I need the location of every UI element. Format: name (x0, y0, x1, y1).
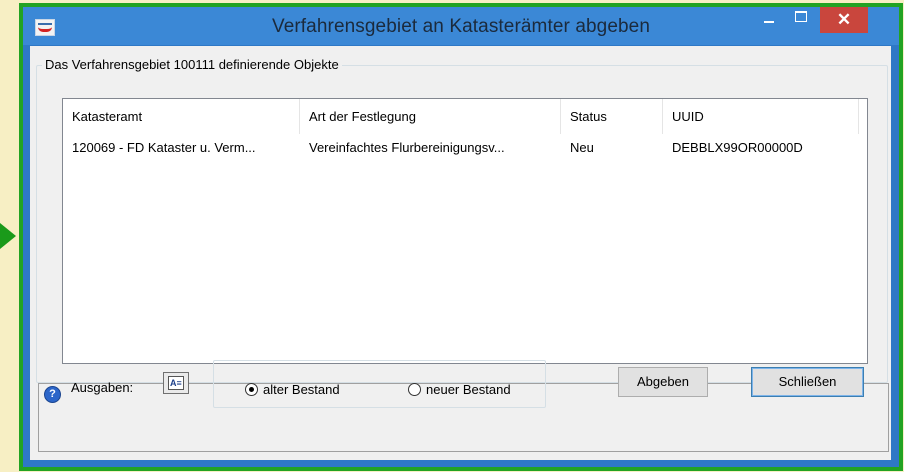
radio-neuer-bestand[interactable] (408, 383, 421, 396)
cell-art-der-festlegung: Vereinfachtes Flurbereinigungsv... (309, 140, 505, 155)
column-header-uuid[interactable]: UUID (663, 99, 859, 134)
objects-table[interactable]: Katasteramt Art der Festlegung Status UU… (62, 98, 868, 364)
radio-neuer-bestand-label[interactable]: neuer Bestand (426, 382, 511, 397)
ausgaben-label: Ausgaben: (71, 380, 134, 395)
group-legend: Das Verfahrensgebiet 100111 definierende… (42, 57, 342, 72)
column-header-status[interactable]: Status (561, 99, 663, 134)
column-header-katasteramt[interactable]: Katasteramt (63, 99, 300, 134)
text-format-icon: A≡ (168, 376, 184, 390)
cell-uuid: DEBBLX99OR00000D (672, 140, 803, 155)
radio-alter-bestand-label[interactable]: alter Bestand (263, 382, 340, 397)
help-icon[interactable]: ? (44, 386, 61, 403)
schliessen-button[interactable]: Schließen (751, 367, 864, 397)
title-bar[interactable]: Verfahrensgebiet an Katasterämter abgebe… (23, 7, 899, 45)
abgeben-button[interactable]: Abgeben (618, 367, 708, 397)
cell-status: Neu (570, 140, 594, 155)
dialog-window: Verfahrensgebiet an Katasterämter abgebe… (19, 3, 903, 471)
minimize-icon[interactable] (754, 7, 784, 33)
table-header: Katasteramt Art der Festlegung Status UU… (63, 99, 861, 134)
green-arrow-icon (0, 223, 16, 249)
ausgaben-button[interactable]: A≡ (163, 372, 189, 394)
column-header-art-der-festlegung[interactable]: Art der Festlegung (300, 99, 561, 134)
table-row[interactable]: 120069 - FD Kataster u. Verm... Vereinfa… (63, 137, 861, 159)
close-icon[interactable]: ✕ (820, 7, 868, 33)
maximize-icon[interactable] (786, 7, 816, 33)
radio-alter-bestand[interactable] (245, 383, 258, 396)
cell-katasteramt: 120069 - FD Kataster u. Verm... (72, 140, 256, 155)
